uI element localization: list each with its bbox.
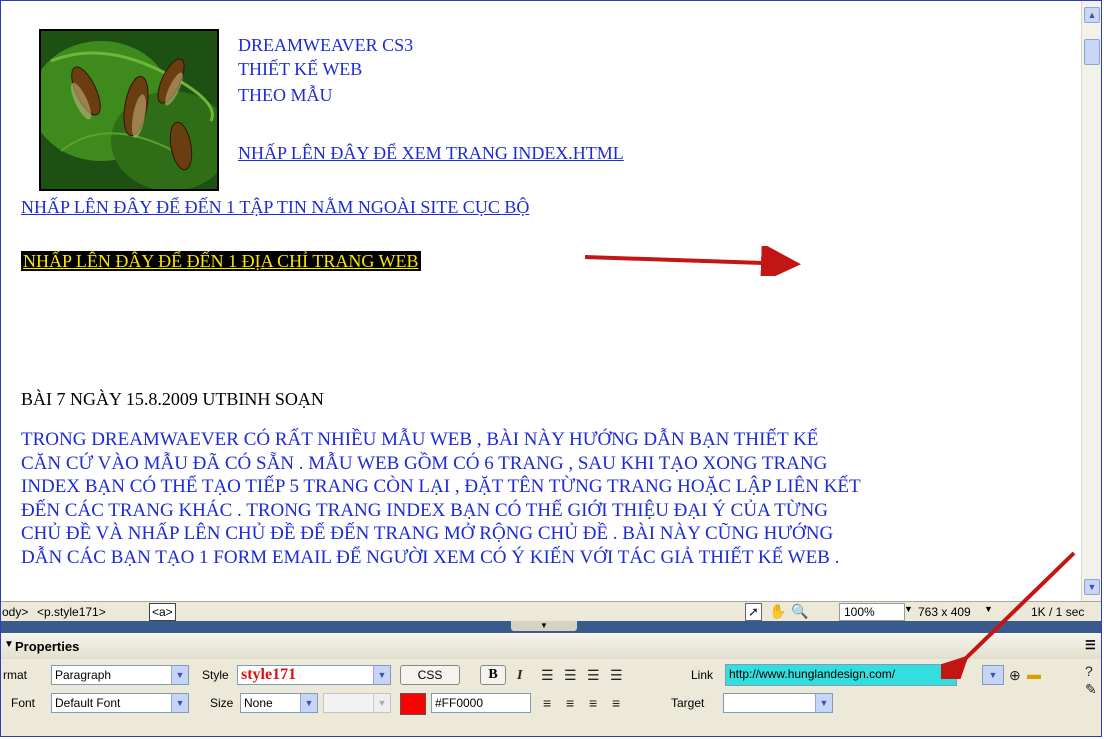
paragraph-line: CHỦ ĐỀ VÀ NHẤP LÊN CHỦ ĐỀ ĐỂ ĐẾN TRANG M…	[21, 523, 834, 545]
text-color-field[interactable]: #FF0000	[431, 693, 531, 713]
select-tool-icon[interactable]: ➚	[745, 603, 762, 621]
paragraph-line: TRONG DREAMWAEVER CÓ RẤT NHIỀU MẪU WEB ,…	[21, 429, 819, 450]
zoom-dropdown-icon[interactable]: ▼	[904, 604, 913, 614]
align-right-icon[interactable]: ☰	[587, 667, 600, 683]
unordered-list-icon[interactable]: ≡	[543, 695, 551, 711]
bold-button[interactable]: B	[480, 665, 506, 685]
outdent-icon[interactable]: ≡	[589, 695, 597, 711]
size-value: None	[244, 696, 273, 710]
cicada-image[interactable]	[39, 29, 219, 191]
paragraph-line: DẪN CÁC BẠN TẠO 1 FORM EMAIL ĐỂ NGƯỜI XE…	[21, 546, 840, 568]
style-select[interactable]: style171 ▼	[237, 665, 391, 685]
scroll-thumb[interactable]	[1084, 39, 1100, 65]
scroll-down-icon[interactable]: ▼	[1084, 579, 1100, 595]
collapse-arrow-icon[interactable]: ▼	[511, 621, 577, 631]
font-label: Font	[11, 696, 36, 710]
download-time: 1K / 1 sec	[1031, 605, 1085, 619]
lesson-title: BÀI 7 NGÀY 15.8.2009 UTBINH SOẠN	[21, 389, 324, 409]
heading-line-1: DREAMWEAVER CS3	[238, 35, 414, 55]
vertical-scrollbar[interactable]: ▲ ▼	[1081, 1, 1101, 601]
point-to-file-icon[interactable]: ⊕	[1009, 667, 1021, 683]
align-left-icon[interactable]: ☰	[541, 667, 554, 683]
description-paragraph: TRONG DREAMWAEVER CÓ RẤT NHIỀU MẪU WEB ,…	[21, 428, 1071, 570]
chevron-down-icon[interactable]: ▼	[300, 694, 317, 712]
scroll-up-icon[interactable]: ▲	[1084, 7, 1100, 23]
link-label: Link	[691, 668, 714, 682]
panel-splitter[interactable]: ▼	[1, 621, 1101, 633]
paragraph-line: CĂN CỨ VÀO MẪU ĐÃ CÓ SẴN . MẪU WEB GỒM C…	[21, 452, 828, 474]
tag-a[interactable]: <a>	[149, 603, 176, 621]
text-color-swatch[interactable]	[400, 693, 426, 715]
link-value: http://www.hunglandesign.com/	[729, 667, 896, 681]
align-center-icon[interactable]: ☰	[564, 667, 577, 683]
chevron-down-icon[interactable]: ▼	[815, 694, 832, 712]
target-select[interactable]: ▼	[723, 693, 833, 713]
paragraph-line: ĐẾN CÁC TRANG KHÁC . TRONG TRANG INDEX B…	[21, 499, 828, 521]
font-select[interactable]: Default Font ▼	[51, 693, 189, 713]
heading-line-3: THEO MẪU	[238, 85, 333, 105]
link-field[interactable]: http://www.hunglandesign.com/	[725, 664, 957, 686]
format-value: Paragraph	[55, 668, 112, 682]
target-label: Target	[671, 696, 705, 710]
css-button[interactable]: CSS	[400, 665, 460, 685]
chevron-down-icon[interactable]: ▼	[983, 666, 1003, 684]
window-size-dropdown-icon[interactable]: ▼	[984, 604, 993, 614]
italic-button[interactable]: I	[517, 668, 522, 684]
status-bar: ody> <p.style171> <a> ➚ ✋ 🔍 100% ▼ 763 x…	[1, 601, 1101, 622]
annotation-arrow	[584, 246, 801, 276]
zoom-level[interactable]: 100%	[839, 603, 905, 621]
zoom-tool-icon[interactable]: 🔍	[791, 603, 808, 619]
style-label: Style	[202, 668, 229, 682]
tag-p-style171[interactable]: <p.style171>	[37, 605, 106, 619]
style-value: style171	[241, 666, 297, 683]
size-label: Size	[210, 696, 234, 710]
window-size[interactable]: 763 x 409	[918, 605, 971, 619]
size-select[interactable]: None ▼	[240, 693, 318, 713]
format-select[interactable]: Paragraph ▼	[51, 665, 189, 685]
chevron-down-icon[interactable]: ▼	[373, 666, 390, 684]
heading-line-2: THIẾT KẾ WEB	[238, 59, 363, 79]
hand-tool-icon[interactable]: ✋	[769, 603, 786, 619]
chevron-down-icon: ▼	[373, 694, 390, 712]
properties-title: Properties	[15, 639, 80, 654]
tag-body[interactable]: ody>	[2, 605, 28, 619]
link-local-file[interactable]: NHẤP LÊN ĐÂY ĐỂ ĐẾN 1 TẬP TIN NẰM NGOÀI …	[21, 197, 529, 218]
ordered-list-icon[interactable]: ≡	[566, 695, 574, 711]
size-unit-select: ▼	[323, 693, 391, 713]
link-web-address[interactable]: NHẤP LÊN ĐÂY ĐỂ ĐẾN 1 ĐỊA CHỈ TRANG WEB	[21, 251, 422, 271]
chevron-down-icon[interactable]: ▼	[171, 666, 188, 684]
folder-icon[interactable]: ▬	[1027, 666, 1041, 682]
properties-panel: rmat Paragraph ▼ Style style171 ▼ CSS B …	[1, 659, 1101, 736]
help-icon[interactable]: ?	[1085, 663, 1093, 679]
properties-header[interactable]: ▼ Properties ☰	[1, 633, 1101, 660]
paragraph-line: INDEX BẠN CÓ THỂ TẠO TIẾP 5 TRANG CÒN LẠ…	[21, 476, 861, 498]
text-color-value: #FF0000	[435, 696, 484, 710]
link-web-address-wrap[interactable]: NHẤP LÊN ĐÂY ĐỂ ĐẾN 1 ĐỊA CHỈ TRANG WEB	[21, 251, 422, 272]
font-value: Default Font	[55, 696, 121, 710]
quick-tag-editor-icon[interactable]: ✎	[1085, 681, 1097, 697]
panel-options-icon[interactable]: ☰	[1085, 638, 1096, 652]
chevron-down-icon[interactable]: ▼	[171, 694, 188, 712]
align-justify-icon[interactable]: ☰	[610, 667, 623, 683]
dreamweaver-window: DREAMWEAVER CS3 THIẾT KẾ WEB THEO MẪU NH…	[0, 0, 1102, 737]
expand-arrow-icon[interactable]: ▼	[4, 639, 14, 650]
format-label: rmat	[3, 668, 27, 682]
indent-icon[interactable]: ≡	[612, 695, 620, 711]
design-view[interactable]: DREAMWEAVER CS3 THIẾT KẾ WEB THEO MẪU NH…	[1, 1, 1081, 598]
link-dropdown[interactable]: ▼	[982, 665, 1004, 685]
link-index-html[interactable]: NHẤP LÊN ĐÂY ĐỂ XEM TRANG INDEX.HTML	[238, 143, 624, 164]
